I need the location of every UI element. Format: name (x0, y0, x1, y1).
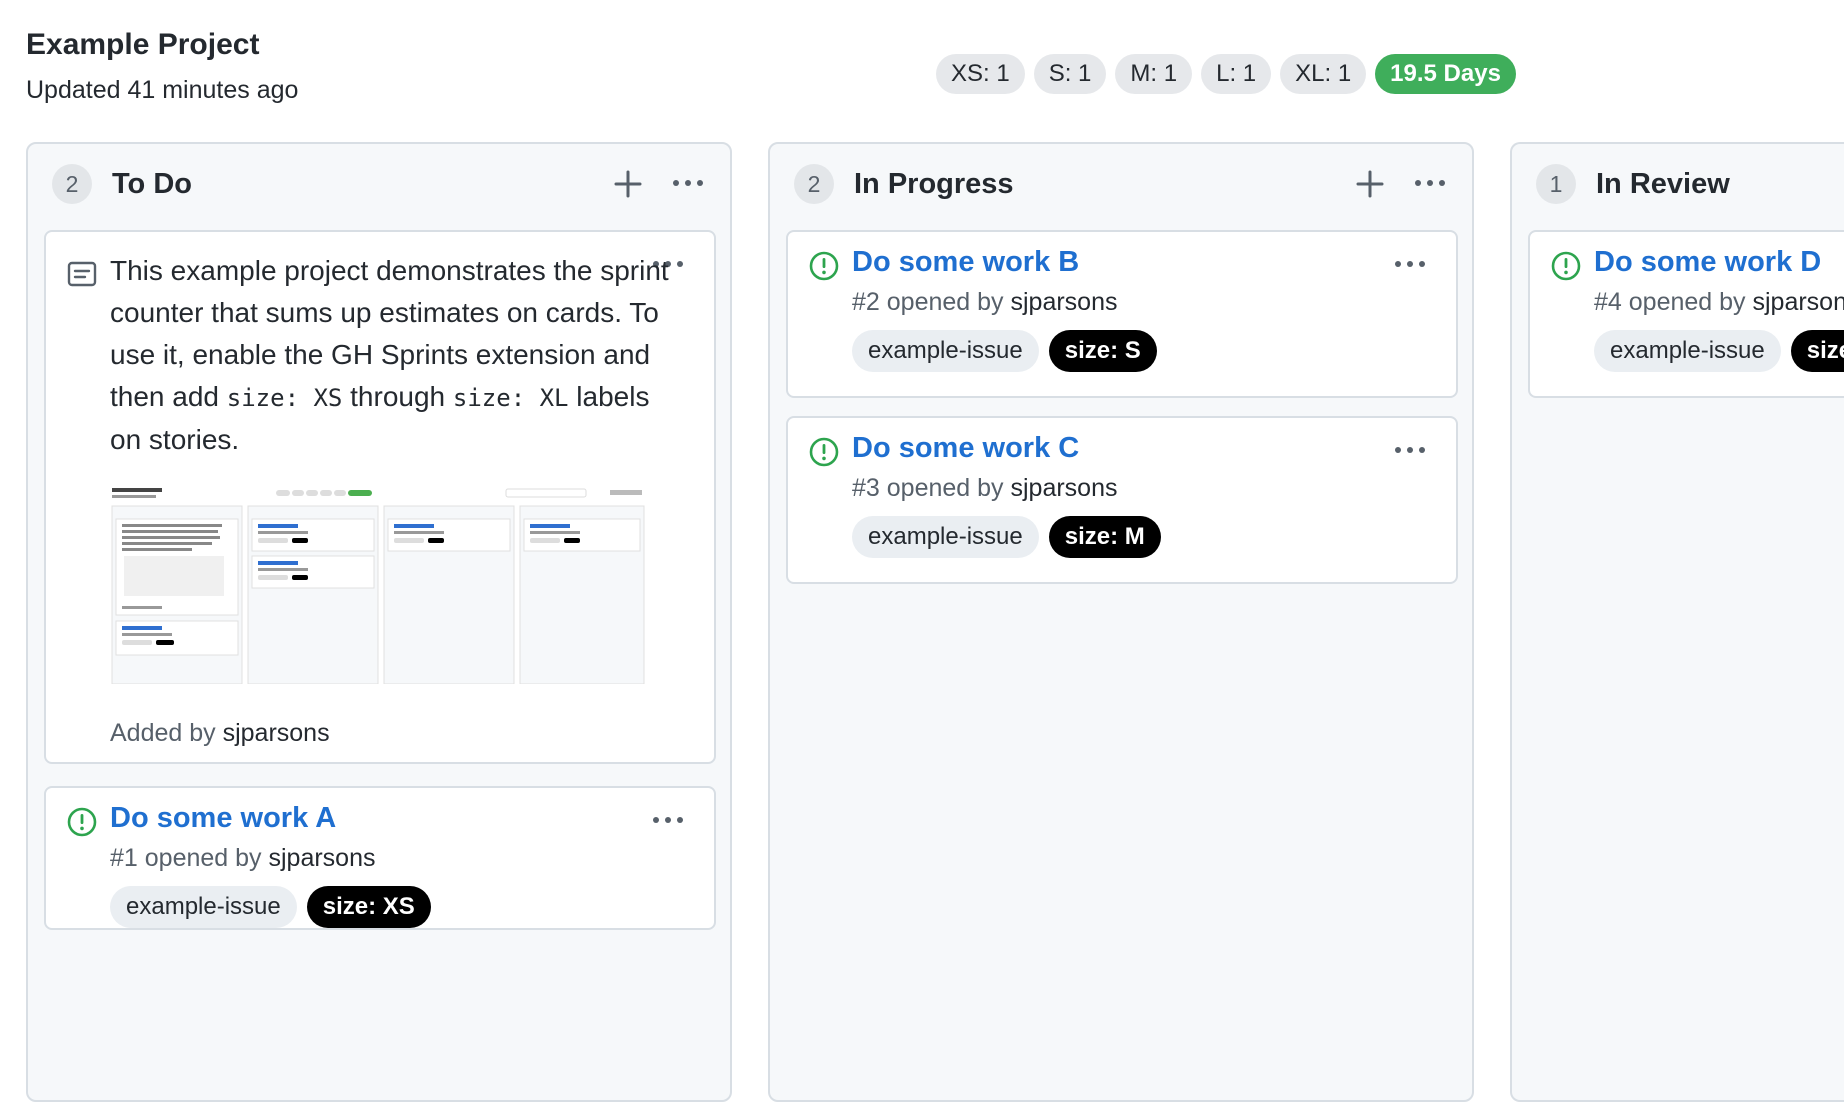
label-example-issue[interactable]: example-issue (110, 886, 297, 928)
note-card[interactable]: This example project demonstrates the sp… (44, 230, 716, 764)
note-body: This example project demonstrates the sp… (110, 250, 670, 461)
column-header: 2 To Do (52, 164, 192, 204)
kebab-horizontal-icon[interactable] (668, 170, 708, 196)
project-title: Example Project (26, 28, 259, 62)
opened-by-prefix: opened by (1629, 288, 1746, 316)
added-by-prefix: Added by (110, 719, 216, 747)
column-name: In Review (1596, 168, 1730, 201)
issue-labels: example-issue size: L (1594, 330, 1844, 372)
issue-meta: #3 opened by sjparsons (852, 474, 1118, 503)
column-in-review: 1 In Review Do some work D #4 opened by … (1510, 142, 1844, 1102)
issue-number: #4 (1594, 288, 1622, 316)
kebab-horizontal-icon[interactable] (1390, 438, 1430, 462)
author-link[interactable]: sjparsons (1753, 288, 1844, 316)
board-screenshot-thumbnail (110, 484, 646, 684)
size-xl-count: XL: 1 (1280, 54, 1366, 94)
issue-meta: #2 opened by sjparsons (852, 288, 1118, 317)
sprint-counter: XS: 1 S: 1 M: 1 L: 1 XL: 1 19.5 Days (936, 54, 1516, 94)
size-l-count: L: 1 (1201, 54, 1271, 94)
kebab-horizontal-icon[interactable] (1410, 170, 1450, 196)
issue-title-link[interactable]: Do some work C (852, 432, 1079, 465)
opened-by-prefix: opened by (145, 844, 262, 872)
issue-labels: example-issue size: M (852, 516, 1161, 558)
issue-title-link[interactable]: Do some work D (1594, 246, 1821, 279)
issue-title-link[interactable]: Do some work A (110, 802, 336, 835)
issue-title-link[interactable]: Do some work B (852, 246, 1079, 279)
author-link[interactable]: sjparsons (223, 719, 330, 747)
note-text: through (350, 381, 445, 412)
issue-number: #3 (852, 474, 880, 502)
issue-labels: example-issue size: XS (110, 886, 431, 928)
label-example-issue[interactable]: example-issue (1594, 330, 1781, 372)
column-name: To Do (112, 168, 192, 201)
column-card-count: 1 (1536, 164, 1576, 204)
author-link[interactable]: sjparsons (1011, 288, 1118, 316)
issue-meta: #4 opened by sjparsons (1594, 288, 1844, 317)
label-example-issue[interactable]: example-issue (852, 330, 1039, 372)
issue-card[interactable]: Do some work A #1 opened by sjparsons ex… (44, 786, 716, 930)
author-link[interactable]: sjparsons (1011, 474, 1118, 502)
plus-icon[interactable] (1352, 166, 1388, 202)
label-size[interactable]: size: M (1049, 516, 1161, 558)
note-icon (66, 258, 98, 290)
label-size[interactable]: size: XS (307, 886, 431, 928)
kebab-horizontal-icon[interactable] (648, 808, 688, 832)
issue-card[interactable]: Do some work B #2 opened by sjparsons ex… (786, 230, 1458, 398)
issue-opened-icon (66, 806, 98, 838)
plus-icon[interactable] (610, 166, 646, 202)
project-updated-time: Updated 41 minutes ago (26, 76, 298, 105)
opened-by-prefix: opened by (887, 288, 1004, 316)
issue-meta: #1 opened by sjparsons (110, 844, 376, 873)
label-size[interactable]: size: L (1791, 330, 1844, 372)
note-code: size: XS (227, 384, 343, 412)
issue-number: #1 (110, 844, 138, 872)
total-days-badge: 19.5 Days (1375, 54, 1516, 94)
issue-labels: example-issue size: S (852, 330, 1157, 372)
column-name: In Progress (854, 168, 1014, 201)
issue-card[interactable]: Do some work D #4 opened by sjparsons ex… (1528, 230, 1844, 398)
column-header: 1 In Review (1536, 164, 1730, 204)
size-m-count: M: 1 (1115, 54, 1192, 94)
column-card-count: 2 (794, 164, 834, 204)
label-size[interactable]: size: S (1049, 330, 1157, 372)
issue-opened-icon (1550, 250, 1582, 282)
column-header: 2 In Progress (794, 164, 1014, 204)
opened-by-prefix: opened by (887, 474, 1004, 502)
column-card-count: 2 (52, 164, 92, 204)
kebab-horizontal-icon[interactable] (1390, 252, 1430, 276)
label-example-issue[interactable]: example-issue (852, 516, 1039, 558)
issue-opened-icon (808, 436, 840, 468)
issue-opened-icon (808, 250, 840, 282)
author-link[interactable]: sjparsons (269, 844, 376, 872)
size-xs-count: XS: 1 (936, 54, 1025, 94)
note-added-by: Added by sjparsons (110, 719, 330, 748)
column-to-do: 2 To Do This example project demonstrate… (26, 142, 732, 1102)
note-code: size: XL (453, 384, 569, 412)
issue-card[interactable]: Do some work C #3 opened by sjparsons ex… (786, 416, 1458, 584)
size-s-count: S: 1 (1034, 54, 1107, 94)
column-in-progress: 2 In Progress Do some work B #2 opened b… (768, 142, 1474, 1102)
issue-number: #2 (852, 288, 880, 316)
